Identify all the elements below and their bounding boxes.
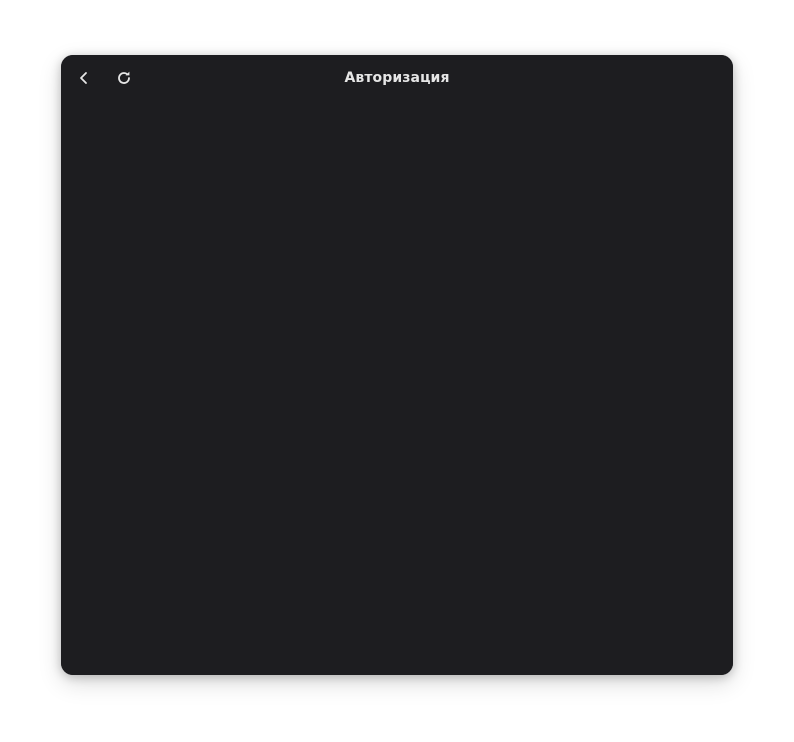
auth-window: Авторизация bbox=[61, 55, 733, 675]
window-title: Авторизация bbox=[344, 70, 450, 86]
header-bar: Авторизация bbox=[61, 55, 733, 101]
auth-content-area bbox=[61, 101, 733, 675]
